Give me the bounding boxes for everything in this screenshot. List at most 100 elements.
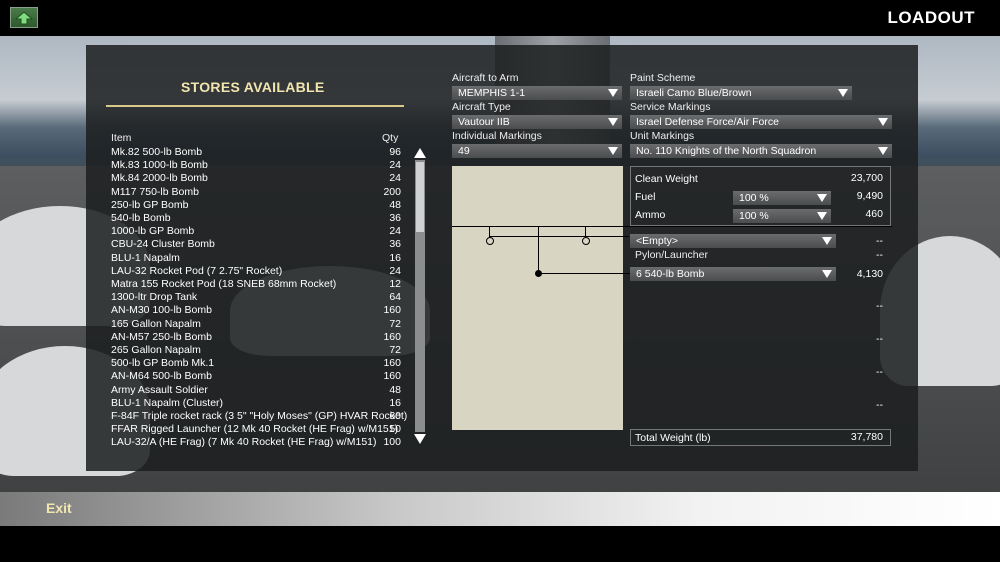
store-qty: 72 (389, 344, 401, 356)
station-1-weight: -- (876, 235, 883, 247)
store-name: CBU-24 Cluster Bomb (111, 238, 215, 251)
chevron-down-icon (838, 89, 848, 97)
store-name: 1300-ltr Drop Tank (111, 291, 198, 304)
station-1-dropdown[interactable]: <Empty> (630, 234, 836, 248)
list-item[interactable]: CBU-24 Cluster Bomb 36 (111, 238, 401, 251)
list-item[interactable]: 1300-ltr Drop Tank 64 (111, 291, 401, 304)
store-qty: 160 (383, 330, 401, 343)
aircraft-to-arm-value: MEMPHIS 1-1 (458, 87, 526, 99)
col-item: Item (111, 132, 132, 144)
list-item[interactable]: 250-lb GP Bomb 48 (111, 199, 401, 212)
store-qty: 160 (383, 304, 401, 317)
list-item[interactable]: Matra 155 Rocket Pod (18 SNEB 68mm Rocke… (111, 278, 401, 291)
store-name: 250-lb GP Bomb (111, 198, 189, 211)
list-item[interactable]: 265 Gallon Napalm 72 (111, 344, 401, 357)
store-name: AN-M57 250-lb Bomb (111, 330, 212, 343)
list-item[interactable]: AN-M30 100-lb Bomb 160 (111, 304, 401, 317)
list-item[interactable]: AN-M64 500-lb Bomb 160 (111, 370, 401, 383)
store-name: Mk.84 2000-lb Bomb (111, 172, 208, 185)
list-item[interactable]: AN-M57 250-lb Bomb 160 (111, 331, 401, 344)
list-item[interactable]: M117 750-lb Bomb 200 (111, 186, 401, 199)
aircraft-type-dropdown[interactable]: Vautour IIB (452, 115, 622, 129)
store-qty: 24 (389, 264, 401, 277)
list-item[interactable]: LAU-32 Rocket Pod (7 2.75" Rocket) 24 (111, 265, 401, 278)
stores-heading: STORES AVAILABLE (181, 79, 325, 95)
individual-markings-dropdown[interactable]: 49 (452, 144, 622, 158)
individual-markings-label: Individual Markings (452, 130, 542, 142)
list-item[interactable]: 500-lb GP Bomb Mk.1 160 (111, 357, 401, 370)
paint-scheme-dropdown[interactable]: Israeli Camo Blue/Brown (630, 86, 852, 100)
store-qty: 24 (389, 225, 401, 238)
aircraft-to-arm-dropdown[interactable]: MEMPHIS 1-1 (452, 86, 622, 100)
list-item[interactable]: 540-lb Bomb 36 (111, 212, 401, 225)
store-qty: 160 (383, 357, 401, 370)
store-name: LAU-32 Rocket Pod (7 2.75" Rocket) (111, 264, 283, 277)
list-item[interactable]: Mk.82 500-lb Bomb 96 (111, 146, 401, 159)
fuel-percent-value: 100 % (739, 192, 769, 204)
scroll-up-icon[interactable] (414, 148, 426, 158)
empty-station-icon[interactable] (486, 237, 494, 245)
list-item[interactable]: Army Assault Soldier 48 (111, 384, 401, 397)
scroll-track[interactable] (415, 160, 425, 432)
list-item[interactable]: BLU-1 Napalm (Cluster) 16 (111, 397, 401, 410)
store-qty: 60 (389, 410, 401, 422)
ammo-value: 460 (865, 208, 883, 220)
store-qty: 12 (389, 278, 401, 290)
store-name: LAU-32/A (HE Frag) (7 Mk 40 Rocket (HE F… (111, 436, 377, 449)
station-5-weight: -- (876, 366, 883, 378)
stores-scrollbar[interactable] (413, 148, 427, 444)
ammo-label: Ammo (635, 209, 666, 221)
store-qty: 36 (389, 238, 401, 251)
service-markings-dropdown[interactable]: Israel Defense Force/Air Force (630, 115, 892, 129)
store-qty: 96 (389, 146, 401, 158)
scroll-down-icon[interactable] (414, 434, 426, 444)
paint-scheme-value: Israeli Camo Blue/Brown (636, 87, 752, 99)
store-name: 540-lb Bomb (111, 212, 171, 224)
list-item[interactable]: Mk.83 1000-lb Bomb 24 (111, 159, 401, 172)
loaded-station-icon[interactable] (535, 270, 542, 277)
station-line (489, 236, 629, 237)
store-name: Mk.83 1000-lb Bomb (111, 159, 208, 172)
station-2-dropdown[interactable]: 6 540-lb Bomb (630, 267, 836, 281)
station-2-value: 6 540-lb Bomb (636, 268, 705, 280)
scroll-thumb[interactable] (416, 162, 424, 232)
station-3-weight: -- (876, 300, 883, 312)
up-arrow-button[interactable] (10, 7, 38, 28)
store-qty: 48 (389, 383, 401, 396)
store-name: 265 Gallon Napalm (111, 344, 201, 356)
chevron-down-icon (822, 237, 832, 245)
aircraft-type-label: Aircraft Type (452, 101, 511, 113)
divider (106, 105, 404, 107)
list-item[interactable]: FFAR Rigged Launcher (12 Mk 40 Rocket (H… (111, 423, 401, 436)
ammo-percent-value: 100 % (739, 210, 769, 222)
chevron-down-icon (608, 147, 618, 155)
store-name: BLU-1 Napalm (Cluster) (111, 396, 224, 409)
list-item[interactable]: LAU-32/A (HE Frag) (7 Mk 40 Rocket (HE F… (111, 436, 401, 449)
total-weight-value: 37,780 (850, 431, 883, 443)
bottom-bar: Exit (0, 492, 1000, 526)
station-1-value: <Empty> (636, 235, 679, 247)
store-name: 165 Gallon Napalm (111, 317, 201, 330)
ammo-percent-dropdown[interactable]: 100 % (733, 209, 831, 223)
total-weight-label: Total Weight (lb) (635, 432, 711, 444)
store-qty: 24 (389, 172, 401, 185)
list-item[interactable]: 1000-lb GP Bomb 24 (111, 225, 401, 238)
list-item[interactable]: Mk.84 2000-lb Bomb 24 (111, 172, 401, 185)
top-bar: LOADOUT (0, 0, 1000, 36)
fuel-percent-dropdown[interactable]: 100 % (733, 191, 831, 205)
store-name: AN-M30 100-lb Bomb (111, 304, 212, 317)
store-name: AN-M64 500-lb Bomb (111, 370, 212, 383)
unit-markings-dropdown[interactable]: No. 110 Knights of the North Squadron (630, 144, 892, 158)
service-markings-value: Israel Defense Force/Air Force (636, 116, 779, 128)
list-item[interactable]: F-84F Triple rocket rack (3 5" "Holy Mos… (111, 410, 407, 423)
store-name: BLU-1 Napalm (111, 251, 180, 264)
list-item[interactable]: BLU-1 Napalm 16 (111, 252, 401, 265)
store-name: Army Assault Soldier (111, 383, 208, 396)
chevron-down-icon (608, 89, 618, 97)
station-line (538, 273, 630, 274)
clean-weight-value: 23,700 (850, 172, 883, 184)
list-item[interactable]: 165 Gallon Napalm 72 (111, 318, 401, 331)
station-4-weight: -- (876, 333, 883, 345)
exit-button[interactable]: Exit (46, 500, 72, 516)
empty-station-icon[interactable] (582, 237, 590, 245)
